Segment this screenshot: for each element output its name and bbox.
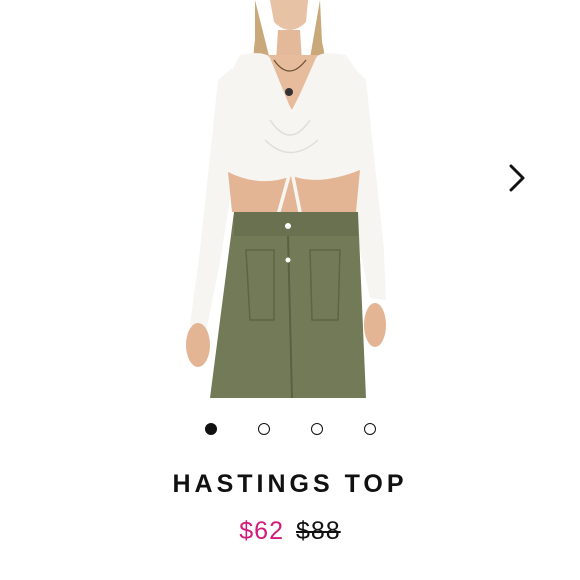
pagination-dot-4[interactable] xyxy=(364,423,376,435)
product-title: HASTINGS TOP xyxy=(172,470,408,498)
pagination-dot-2[interactable] xyxy=(258,423,270,435)
product-detail-screen: HASTINGS TOP $62 $88 xyxy=(0,0,580,580)
pagination-dot-1[interactable] xyxy=(205,423,217,435)
sale-price: $62 xyxy=(239,517,284,545)
product-image[interactable] xyxy=(170,0,410,398)
original-price: $88 xyxy=(296,517,341,545)
pagination-dot-3[interactable] xyxy=(311,423,323,435)
chevron-right-icon xyxy=(509,164,525,192)
price-row: $62 $88 xyxy=(0,517,580,546)
next-image-button[interactable] xyxy=(500,158,534,198)
image-pagination xyxy=(0,423,580,437)
